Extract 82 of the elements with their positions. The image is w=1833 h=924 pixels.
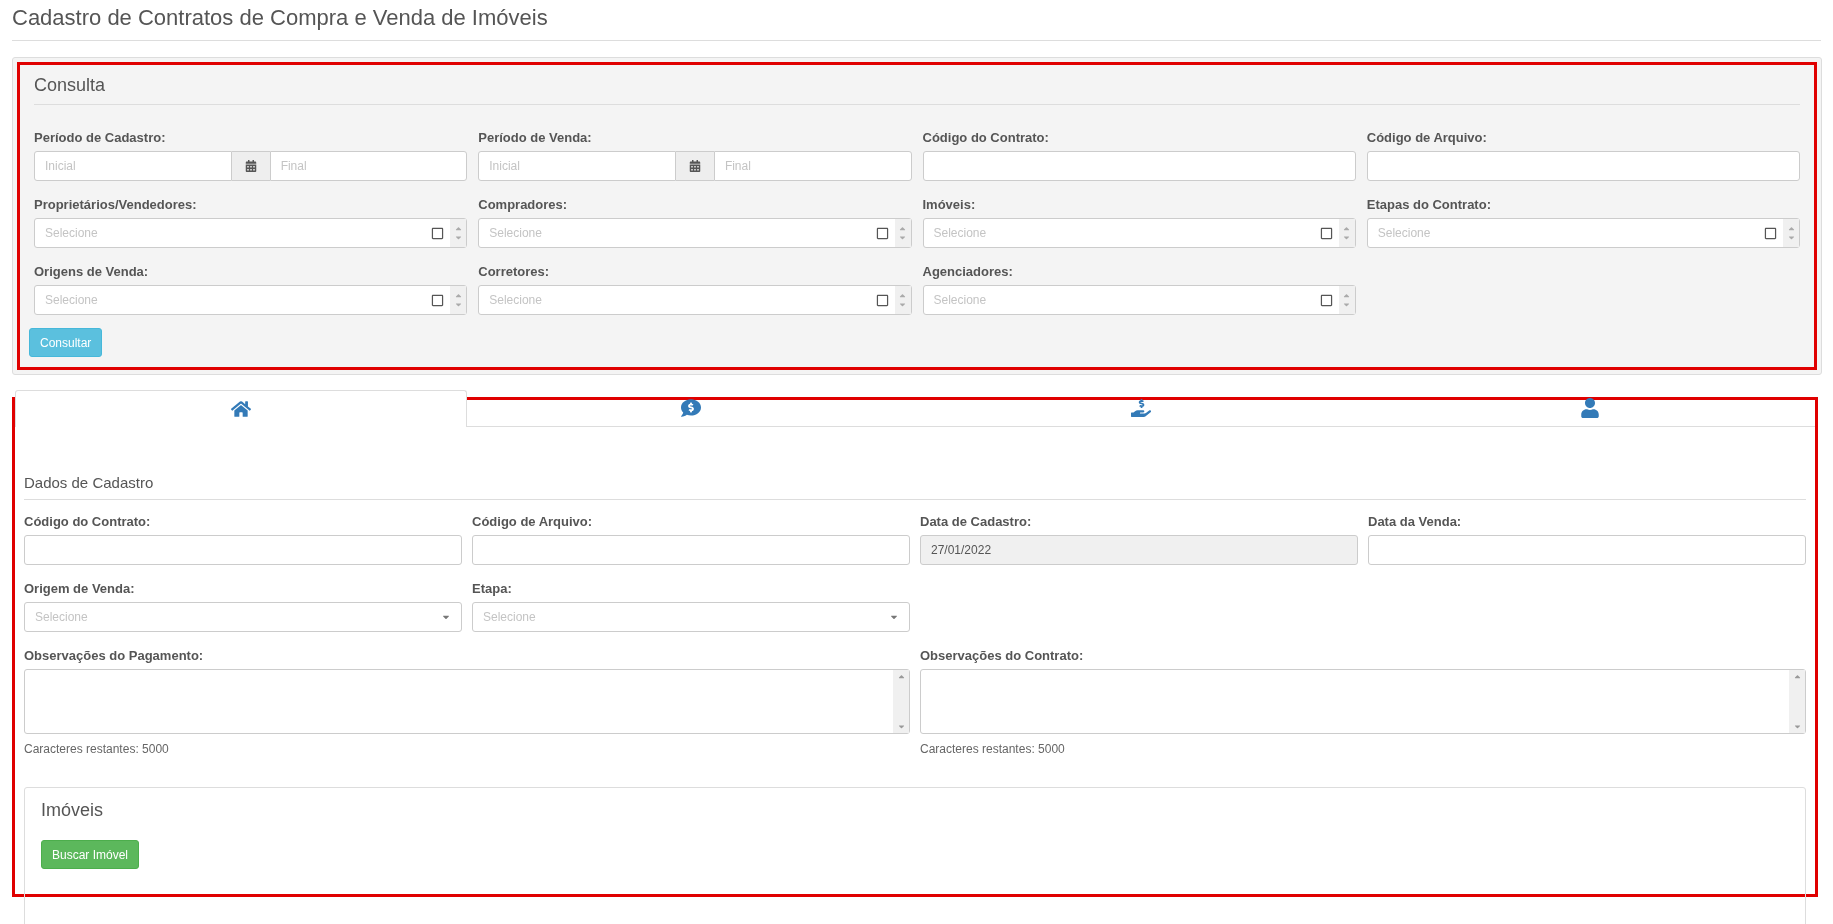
spinner-arrows-icon[interactable] — [450, 219, 467, 247]
multiselect-input[interactable]: Selecione — [479, 224, 876, 242]
search-button[interactable]: Consultar — [29, 328, 103, 357]
dropdown-field[interactable]: Selecione — [24, 602, 462, 632]
date-input-field[interactable]: Final — [269, 151, 468, 181]
date-input-field[interactable]: Inicial — [478, 151, 676, 181]
multiselect-input[interactable]: Selecione — [479, 291, 876, 309]
multiselect-field[interactable]: Selecione — [34, 218, 468, 248]
section-title: Dados de Cadastro — [24, 473, 1806, 500]
search-property-button[interactable]: Buscar Imóvel — [41, 840, 140, 869]
checkbox-icon[interactable] — [1319, 226, 1333, 240]
textarea-field[interactable] — [920, 669, 1806, 734]
scroll-up-icon[interactable] — [1792, 672, 1802, 681]
calendar-icon — [244, 160, 257, 172]
page-title: Cadastro de Contratos de Compra e Venda de Imóveis — [12, 0, 1821, 41]
checkbox-icon[interactable] — [431, 293, 445, 307]
field-label: Etapas do Contrato: — [1366, 197, 1492, 213]
multiselect-field[interactable]: Selecione — [922, 218, 1356, 248]
scroll-up-icon[interactable] — [896, 672, 906, 681]
checkbox-icon[interactable] — [1319, 293, 1333, 307]
scrollbar[interactable] — [1789, 670, 1805, 733]
multiselect-field[interactable]: Selecione — [478, 218, 912, 248]
field-label: Origens de Venda: — [34, 264, 150, 280]
field-label: Corretores: — [478, 264, 551, 280]
panel-title: Consulta — [34, 65, 1800, 105]
multiselect-field[interactable]: Selecione — [922, 285, 1356, 315]
multiselect-input[interactable]: Selecione — [923, 224, 1320, 242]
scrollbar[interactable] — [893, 670, 909, 733]
spinner-arrows-icon[interactable] — [450, 286, 467, 314]
dropdown-field[interactable]: Selecione — [472, 602, 910, 632]
date-input-field[interactable]: Inicial — [34, 151, 232, 181]
text-input-field[interactable] — [1366, 151, 1800, 181]
textarea-field[interactable] — [24, 669, 910, 734]
field-label: Etapa: — [472, 581, 513, 597]
field-label: Código do Contrato: — [24, 514, 152, 530]
text-input-field[interactable] — [1368, 535, 1806, 565]
field-label: Data de Cadastro: — [920, 514, 1033, 530]
spinner-arrows-icon[interactable] — [1783, 219, 1799, 247]
spinner-arrows-icon[interactable] — [1338, 219, 1355, 247]
field-label: Código de Arquivo: — [472, 514, 594, 530]
field-label: Agenciadores: — [922, 264, 1014, 280]
field-label: Origem de Venda: — [24, 581, 136, 597]
field-label: Observações do Pagamento: — [24, 648, 205, 664]
checkbox-icon[interactable] — [431, 226, 445, 240]
spinner-arrows-icon[interactable] — [1338, 286, 1355, 314]
text-input-field[interactable] — [472, 535, 910, 565]
multiselect-field[interactable]: Selecione — [1366, 218, 1800, 248]
text-input-field[interactable] — [24, 535, 462, 565]
field-label: Data da Venda: — [1368, 514, 1463, 530]
panel-title: Imóveis — [41, 799, 104, 822]
dollar-speech-bubble-icon — [681, 398, 702, 418]
checkbox-icon[interactable] — [875, 226, 889, 240]
calendar-addon[interactable] — [675, 151, 714, 181]
calendar-icon — [688, 160, 701, 172]
multiselect-field[interactable]: Selecione — [478, 285, 912, 315]
hand-holding-dollar-icon — [1130, 398, 1151, 418]
field-label: Código do Contrato: — [922, 130, 1050, 146]
character-counter: Caracteres restantes: 5000 — [24, 741, 170, 758]
field-label: Imóveis: — [922, 197, 977, 213]
spinner-arrows-icon[interactable] — [894, 219, 911, 247]
multiselect-field[interactable]: Selecione — [34, 285, 468, 315]
house-icon — [230, 399, 251, 419]
calendar-addon[interactable] — [231, 151, 270, 181]
checkbox-icon[interactable] — [1764, 226, 1777, 240]
multiselect-input[interactable]: Selecione — [1367, 224, 1764, 242]
checkbox-icon[interactable] — [875, 293, 889, 307]
field-label: Proprietários/Vendedores: — [34, 197, 198, 213]
person-icon — [1580, 398, 1601, 418]
multiselect-input[interactable]: Selecione — [35, 224, 432, 242]
scroll-down-icon[interactable] — [1792, 722, 1802, 731]
field-label: Compradores: — [478, 197, 569, 213]
field-label: Período de Venda: — [478, 130, 593, 146]
field-label: Observações do Contrato: — [920, 648, 1085, 664]
multiselect-input[interactable]: Selecione — [35, 291, 432, 309]
spinner-arrows-icon[interactable] — [894, 286, 911, 314]
character-counter: Caracteres restantes: 5000 — [920, 741, 1066, 758]
field-label: Código de Arquivo: — [1366, 130, 1488, 146]
field-label: Período de Cadastro: — [34, 130, 167, 146]
date-input-field[interactable]: Final — [713, 151, 912, 181]
scroll-down-icon[interactable] — [896, 722, 906, 731]
multiselect-input[interactable]: Selecione — [923, 291, 1320, 309]
text-input-field[interactable] — [922, 151, 1356, 181]
